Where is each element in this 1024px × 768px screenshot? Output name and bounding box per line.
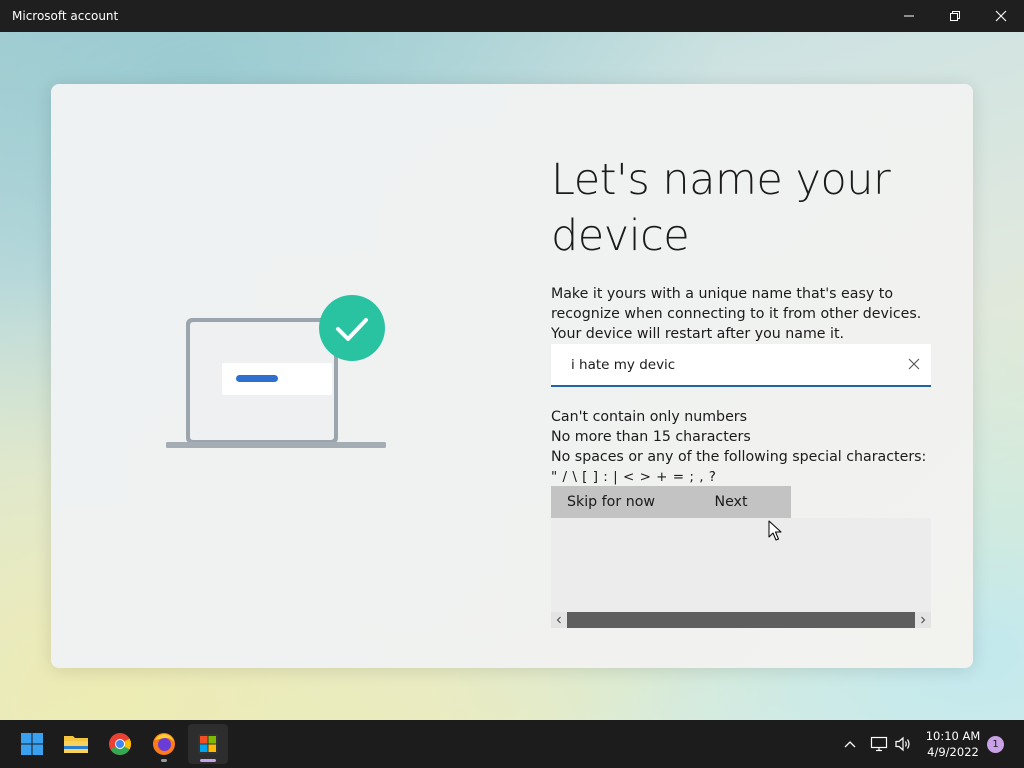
chevron-left-icon xyxy=(556,616,561,624)
taskbar: 10:10 AM 4/9/2022 xyxy=(0,720,1024,768)
notification-badge[interactable]: 1 xyxy=(987,736,1004,753)
check-badge-icon xyxy=(319,295,385,361)
taskbar-microsoft-store[interactable] xyxy=(188,724,228,764)
chevron-right-icon xyxy=(921,616,926,624)
speaker-icon xyxy=(895,736,910,752)
clear-icon xyxy=(908,358,920,370)
active-indicator xyxy=(200,759,216,762)
mouse-cursor-icon xyxy=(768,520,782,541)
naming-rules: Can't contain only numbers No more than … xyxy=(551,407,931,487)
laptop-illustration xyxy=(166,295,386,448)
chevron-up-icon xyxy=(844,741,856,748)
scrollbar-thumb[interactable] xyxy=(567,612,915,628)
window-title: Microsoft account xyxy=(12,9,119,23)
start-icon xyxy=(21,733,43,755)
taskbar-firefox[interactable] xyxy=(144,724,184,764)
clock[interactable]: 10:10 AM 4/9/2022 xyxy=(918,728,988,760)
minimize-button[interactable] xyxy=(886,0,932,32)
page-title: Let's name your device xyxy=(551,155,891,261)
show-hidden-icons-button[interactable] xyxy=(838,720,862,768)
content-scroll-area xyxy=(551,518,931,612)
chrome-icon xyxy=(109,733,131,755)
firefox-icon xyxy=(153,733,175,755)
taskbar-chrome[interactable] xyxy=(100,724,140,764)
minimize-icon xyxy=(904,15,914,17)
scroll-left-button[interactable] xyxy=(551,612,567,628)
restore-button[interactable] xyxy=(932,0,978,32)
close-button[interactable] xyxy=(978,0,1024,32)
skip-button[interactable]: Skip for now xyxy=(551,486,671,518)
restore-icon xyxy=(950,11,960,21)
volume-button[interactable] xyxy=(891,720,915,768)
rule-characters: No spaces or any of the following specia… xyxy=(551,449,927,465)
network-icon xyxy=(870,736,888,752)
network-button[interactable] xyxy=(867,720,891,768)
rule-length: No more than 15 characters xyxy=(551,429,751,445)
close-icon xyxy=(995,10,1007,22)
file-explorer-icon xyxy=(64,736,88,753)
device-name-input[interactable] xyxy=(571,344,891,385)
clock-date: 4/9/2022 xyxy=(927,745,979,759)
page-description: Make it yours with a unique name that's … xyxy=(551,286,922,342)
rule-numbers: Can't contain only numbers xyxy=(551,409,748,425)
scroll-right-button[interactable] xyxy=(915,612,931,628)
horizontal-scrollbar[interactable] xyxy=(551,612,931,628)
running-indicator xyxy=(161,759,167,762)
rule-special-characters: " / \ [ ] : | < > + = ; , ? xyxy=(551,469,717,485)
device-name-field[interactable] xyxy=(551,344,931,387)
setup-card: Let's name your device Make it yours wit… xyxy=(51,84,973,668)
action-buttons: Skip for now Next xyxy=(551,486,791,518)
taskbar-file-explorer[interactable] xyxy=(56,724,96,764)
start-button[interactable] xyxy=(12,724,52,764)
microsoft-store-icon xyxy=(198,734,218,754)
title-bar: Microsoft account xyxy=(0,0,1024,32)
next-button[interactable]: Next xyxy=(671,486,791,518)
clock-time: 10:10 AM xyxy=(925,729,981,743)
clear-input-button[interactable] xyxy=(905,355,923,373)
